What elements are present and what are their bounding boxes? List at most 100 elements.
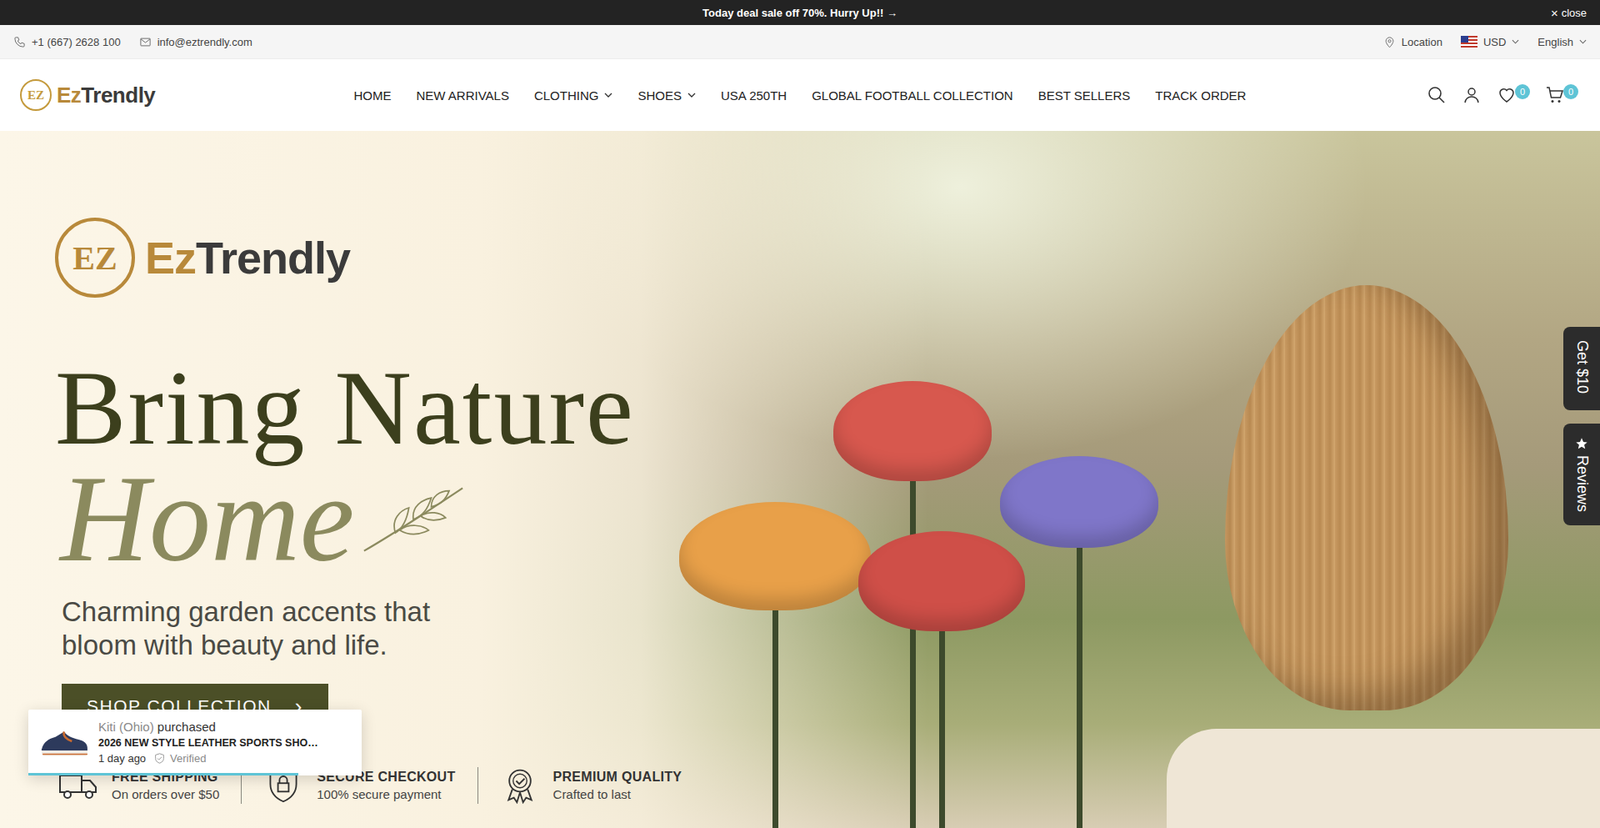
site-logo[interactable]: EZEzTrendly	[20, 79, 355, 111]
close-icon: ×	[1550, 5, 1559, 20]
side-tab[interactable]: Reviews	[1563, 423, 1600, 525]
nav-item[interactable]: CLOTHING	[534, 88, 614, 103]
nav-label: GLOBAL FOOTBALL COLLECTION	[811, 88, 1013, 103]
purple-flower	[1000, 455, 1159, 828]
announcement-link[interactable]: Today deal sale off 70%. Hurry Up!! →	[702, 6, 898, 20]
toast-action: purchased	[157, 719, 216, 734]
header-actions: 00	[1426, 85, 1580, 105]
wishlist-button[interactable]: 0	[1496, 85, 1530, 105]
phone-text: +1 (667) 2628 100	[31, 35, 121, 49]
cart-button[interactable]: 0	[1545, 85, 1579, 105]
utility-links: Location USD English	[1383, 35, 1587, 49]
hero-script-row: Home	[55, 454, 468, 584]
close-label: close	[1561, 6, 1587, 20]
currency-select[interactable]: USD	[1460, 35, 1520, 49]
award-icon	[500, 766, 540, 804]
email-link[interactable]: info@eztrendly.com	[139, 35, 253, 49]
nav-item[interactable]: NEW ARRIVALS	[416, 88, 510, 103]
location-link[interactable]: Location	[1383, 35, 1443, 49]
storefront-page: Today deal sale off 70%. Hurry Up!! → ×cl…	[0, 0, 1600, 828]
star-icon	[1575, 436, 1589, 450]
nav-label: BEST SELLERS	[1038, 88, 1131, 103]
contact-bar: +1 (667) 2628 100 info@eztrendly.com Locat…	[0, 25, 1600, 60]
verified-shield-icon	[154, 752, 165, 764]
nav-item[interactable]: HOME	[354, 88, 392, 103]
user-icon[interactable]	[1461, 85, 1482, 105]
feature-title: PREMIUM QUALITY	[553, 769, 683, 785]
feature-subtitle: 100% secure payment	[316, 786, 455, 801]
red-flower	[858, 530, 1025, 828]
nav-item[interactable]: BEST SELLERS	[1038, 88, 1131, 103]
hero-logo: EZEzTrendly	[55, 217, 350, 298]
pin-icon	[1383, 35, 1396, 49]
phone-link[interactable]: +1 (667) 2628 100	[13, 35, 121, 49]
nav-item[interactable]: TRACK ORDER	[1155, 88, 1246, 103]
orange-flower	[679, 501, 871, 828]
heart-icon	[1496, 85, 1517, 105]
nav-label: TRACK ORDER	[1155, 88, 1246, 103]
phone-icon	[13, 35, 26, 49]
customer-name: Kiti (Ohio)	[98, 719, 155, 734]
main-nav: HOME NEW ARRIVALS CLOTHING SHOES USA 250TH GL…	[354, 88, 1247, 103]
toast-progress-fill	[28, 772, 299, 775]
us-flag-icon	[1460, 35, 1478, 48]
logo-mark-icon: EZ	[55, 217, 135, 298]
close-announcement-button[interactable]: ×close	[1550, 5, 1600, 20]
email-text: info@eztrendly.com	[157, 35, 253, 49]
hero-title: Bring Nature	[55, 354, 635, 461]
blanket	[1166, 728, 1600, 828]
leaf-icon	[359, 483, 468, 555]
toast-headline: Kiti (Ohio) purchased	[98, 719, 319, 734]
wishlist-count-badge: 0	[1515, 84, 1530, 100]
currency-text: USD	[1483, 35, 1506, 49]
location-text: Location	[1401, 35, 1443, 49]
nav-label: HOME	[354, 88, 392, 103]
toast-text: Kiti (Ohio) purchased 2026 NEW STYLE LEAT…	[98, 719, 319, 765]
nav-item[interactable]: SHOES	[637, 88, 696, 103]
hero-subtitle: Charming garden accents thatbloom with b…	[55, 595, 430, 662]
product-name: 2026 NEW STYLE LEATHER SPORTS SHO…	[98, 736, 319, 749]
product-thumbnail	[38, 724, 90, 760]
hero-banner: EZEzTrendly Bring NatureHome Charming gard…	[0, 130, 1600, 828]
side-tab-label: Get $10	[1573, 340, 1591, 394]
chevron-down-icon	[687, 92, 696, 98]
purchase-notification[interactable]: Kiti (Ohio) purchased 2026 NEW STYLE LEAT…	[28, 709, 362, 775]
side-tabs: Get $10 Reviews	[1563, 326, 1600, 525]
feature-text: PREMIUM QUALITYCrafted to last	[553, 769, 683, 801]
logo-text: EzTrendly	[56, 82, 155, 109]
toast-body: Kiti (Ohio) purchased 2026 NEW STYLE LEAT…	[28, 709, 362, 773]
language-select[interactable]: English	[1537, 35, 1587, 49]
mail-icon	[139, 35, 152, 49]
chevron-down-icon	[1579, 39, 1587, 45]
side-tab[interactable]: Get $10	[1563, 326, 1600, 410]
language-text: English	[1537, 35, 1574, 49]
logo-mark-icon: EZ	[20, 79, 52, 111]
feature-subtitle: Crafted to last	[553, 786, 683, 801]
feature-item: PREMIUM QUALITYCrafted to last	[500, 766, 683, 804]
nav-label: NEW ARRIVALS	[416, 88, 510, 103]
nav-label: CLOTHING	[534, 88, 600, 103]
cart-count-badge: 0	[1563, 84, 1579, 100]
feature-subtitle: On orders over $50	[111, 786, 220, 801]
site-header: EZEzTrendlyHOMENEW ARRIVALSCLOTHINGSHOES…	[0, 59, 1600, 131]
hero-script: Home	[60, 454, 355, 584]
nav-item[interactable]: USA 250TH	[720, 88, 787, 103]
nav-label: USA 250TH	[720, 88, 787, 103]
search-icon[interactable]	[1426, 85, 1447, 105]
hero-logo-text: EzTrendly	[145, 231, 350, 284]
subtitle-line: bloom with beauty and life.	[61, 628, 430, 662]
contact-info: +1 (667) 2628 100 info@eztrendly.com	[13, 35, 253, 49]
toast-time: 1 day ago	[98, 751, 146, 765]
feature-divider	[477, 766, 479, 804]
verified-label: Verified	[170, 751, 206, 765]
subtitle-line: Charming garden accents that	[61, 595, 430, 629]
cart-icon	[1545, 85, 1565, 105]
chevron-down-icon	[604, 92, 613, 98]
toast-progress-track	[28, 772, 362, 775]
nav-label: SHOES	[637, 88, 682, 103]
nav-item[interactable]: GLOBAL FOOTBALL COLLECTION	[811, 88, 1013, 103]
toast-meta: 1 day ago Verified	[98, 751, 319, 765]
birdhouse	[1225, 285, 1509, 710]
announcement-bar: Today deal sale off 70%. Hurry Up!! → ×cl…	[0, 0, 1600, 25]
hero-content: EZEzTrendly Bring NatureHome Charming gard…	[0, 130, 1600, 804]
